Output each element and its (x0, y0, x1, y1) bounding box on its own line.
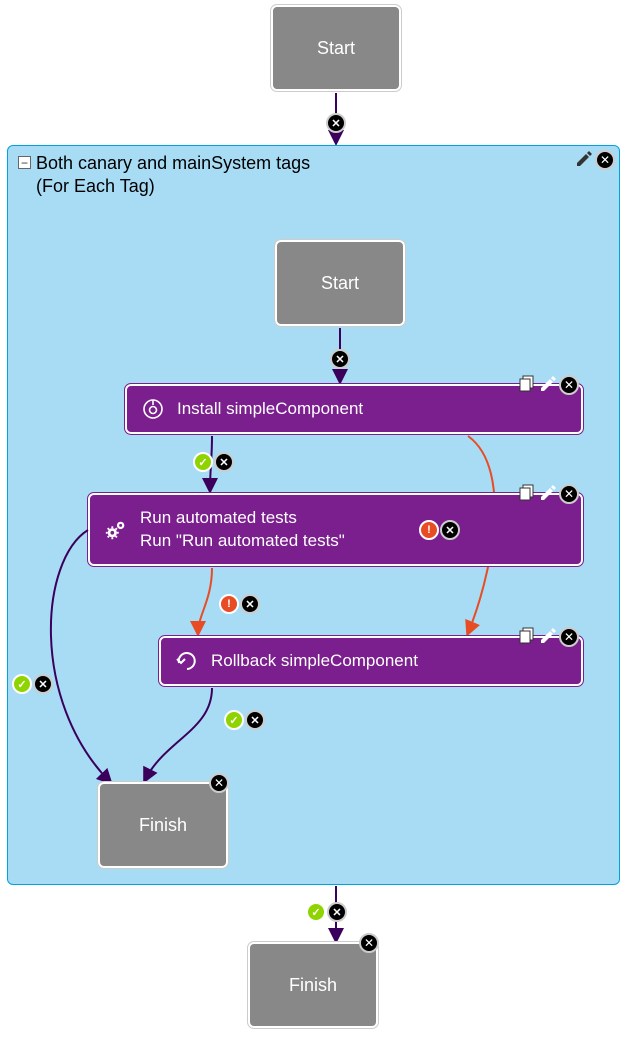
rollback-copy-icon[interactable] (519, 627, 537, 645)
install-copy-icon[interactable] (519, 375, 537, 393)
rollback-icon (175, 649, 199, 673)
inner-finish-delete-icon[interactable]: ✕ (209, 773, 229, 793)
edge-rollback-success-delete[interactable]: ✕ (245, 710, 265, 730)
collapse-icon[interactable]: − (18, 156, 31, 169)
edge-rollback-success-badge[interactable]: ✓ (224, 710, 244, 730)
tests-label-block: Run automated tests Run "Run automated t… (140, 507, 345, 553)
container-edit-icon[interactable] (575, 150, 593, 168)
outer-finish-label: Finish (289, 975, 337, 996)
inner-start-node[interactable]: Start (275, 240, 405, 326)
edge-install-fail-badge[interactable]: ! (419, 520, 439, 540)
edge-install-success-delete[interactable]: ✕ (214, 452, 234, 472)
tests-edit-icon[interactable] (539, 484, 557, 502)
edge-inner-start-to-install-delete[interactable]: ✕ (330, 349, 350, 369)
install-delete-icon[interactable]: ✕ (559, 375, 579, 395)
outer-start-label: Start (317, 38, 355, 59)
install-edit-icon[interactable] (539, 375, 557, 393)
edge-tests-success-badge[interactable]: ✓ (12, 674, 32, 694)
container-title: Both canary and mainSystem tags (For Eac… (36, 152, 310, 199)
tests-copy-icon[interactable] (519, 484, 537, 502)
install-icon (141, 397, 165, 421)
edge-tests-success-delete[interactable]: ✕ (33, 674, 53, 694)
edge-container-success-delete[interactable]: ✕ (327, 902, 347, 922)
install-node[interactable]: Install simpleComponent ✕ (125, 384, 583, 434)
inner-finish-node[interactable]: Finish ✕ (98, 782, 228, 868)
rollback-edit-icon[interactable] (539, 627, 557, 645)
edge-tests-fail-delete[interactable]: ✕ (240, 594, 260, 614)
container-delete-icon[interactable]: ✕ (595, 150, 615, 170)
edge-tests-fail-badge[interactable]: ! (219, 594, 239, 614)
outer-finish-node[interactable]: Finish ✕ (248, 942, 378, 1028)
edge-container-success-badge[interactable]: ✓ (306, 902, 326, 922)
install-label: Install simpleComponent (177, 398, 363, 421)
edge-install-fail-delete[interactable]: ✕ (440, 520, 460, 540)
gears-icon (104, 518, 128, 542)
inner-start-label: Start (321, 273, 359, 294)
tests-delete-icon[interactable]: ✕ (559, 484, 579, 504)
rollback-label: Rollback simpleComponent (211, 650, 418, 673)
rollback-delete-icon[interactable]: ✕ (559, 627, 579, 647)
tests-node[interactable]: Run automated tests Run "Run automated t… (88, 493, 583, 566)
outer-finish-delete-icon[interactable]: ✕ (359, 933, 379, 953)
inner-finish-label: Finish (139, 815, 187, 836)
outer-start-node[interactable]: Start (271, 5, 401, 91)
edge-start-to-container-delete[interactable]: ✕ (326, 113, 346, 133)
rollback-node[interactable]: Rollback simpleComponent ✕ (159, 636, 583, 686)
edge-install-success-badge[interactable]: ✓ (193, 452, 213, 472)
